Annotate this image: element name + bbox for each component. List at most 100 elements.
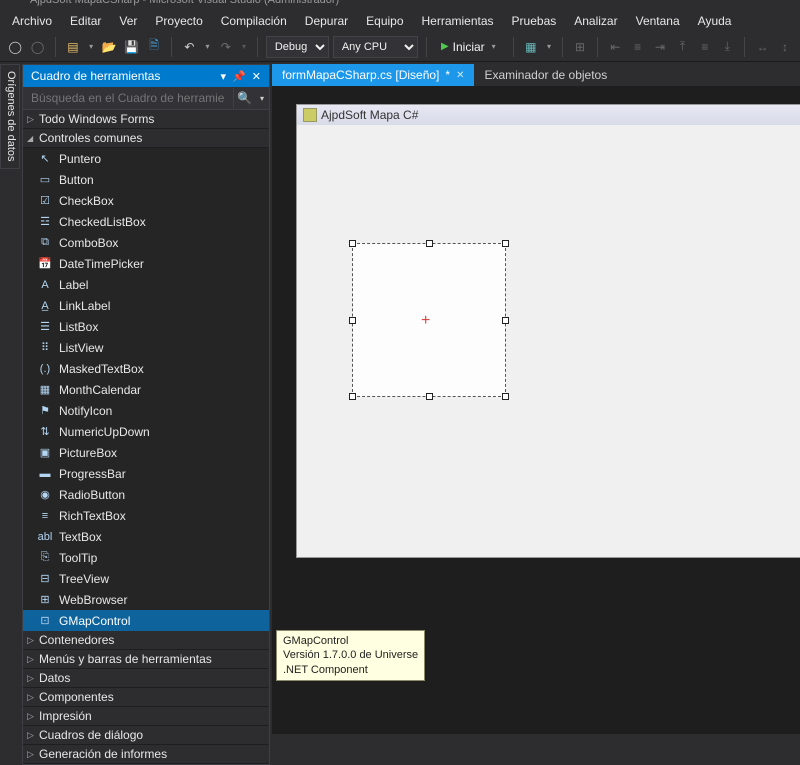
toolbox-item-textbox[interactable]: ablTextBox bbox=[23, 526, 269, 547]
toolbox-group-dialogos[interactable]: Cuadros de diálogo bbox=[23, 726, 269, 745]
pin-icon[interactable]: 📌 bbox=[232, 70, 246, 83]
close-icon[interactable]: ✕ bbox=[252, 70, 261, 83]
control-icon: ↖ bbox=[37, 151, 53, 167]
dropdown-icon[interactable]: ▾ bbox=[239, 42, 249, 51]
menu-analizar[interactable]: Analizar bbox=[566, 12, 625, 30]
toolbox-item-progressbar[interactable]: ▬ProgressBar bbox=[23, 463, 269, 484]
toolbox-item-label: ProgressBar bbox=[59, 467, 126, 481]
control-icon: ▦ bbox=[37, 382, 53, 398]
toolbox-item-label: ListBox bbox=[59, 320, 98, 334]
resize-handle[interactable] bbox=[502, 317, 509, 324]
open-icon[interactable]: 📂 bbox=[100, 36, 118, 58]
align-middle-icon[interactable]: ≡ bbox=[696, 36, 714, 58]
resize-handle[interactable] bbox=[502, 240, 509, 247]
toolbox-item-radiobutton[interactable]: ◉RadioButton bbox=[23, 484, 269, 505]
menu-proyecto[interactable]: Proyecto bbox=[147, 12, 210, 30]
toolbox-item-checkedlistbox[interactable]: ☲CheckedListBox bbox=[23, 211, 269, 232]
menu-compilacion[interactable]: Compilación bbox=[213, 12, 295, 30]
align-right-icon[interactable]: ⇥ bbox=[651, 36, 669, 58]
toolbox-item-treeview[interactable]: ⊟TreeView bbox=[23, 568, 269, 589]
save-icon[interactable]: 💾 bbox=[122, 36, 140, 58]
search-icon[interactable]: 🔍 bbox=[233, 88, 255, 108]
toolbox-item-tooltip[interactable]: ⎘ToolTip bbox=[23, 547, 269, 568]
menu-ver[interactable]: Ver bbox=[111, 12, 145, 30]
toolbox-item-monthcalendar[interactable]: ▦MonthCalendar bbox=[23, 379, 269, 400]
align-grid-icon[interactable]: ⊞ bbox=[571, 36, 589, 58]
toolbox-group-componentes[interactable]: Componentes bbox=[23, 688, 269, 707]
toolbox-item-numericupdown[interactable]: ⇅NumericUpDown bbox=[23, 421, 269, 442]
toolbox-group-all-forms[interactable]: Todo Windows Forms bbox=[23, 110, 269, 129]
nav-fwd-icon[interactable]: ◯ bbox=[28, 36, 46, 58]
toolbox-item-label[interactable]: ALabel bbox=[23, 274, 269, 295]
resize-handle[interactable] bbox=[349, 240, 356, 247]
tab-object-browser[interactable]: Examinador de objetos bbox=[474, 64, 617, 86]
toolbox-group-contenedores[interactable]: Contenedores bbox=[23, 631, 269, 650]
save-all-icon[interactable]: 🗎 bbox=[145, 36, 163, 58]
toolbox-item-label: ToolTip bbox=[59, 551, 97, 565]
toolbox-item-webbrowser[interactable]: ⊞WebBrowser bbox=[23, 589, 269, 610]
gmapcontrol-instance[interactable]: + bbox=[352, 243, 506, 397]
align-bottom-icon[interactable]: ⤓ bbox=[718, 36, 736, 58]
dropdown-icon[interactable]: ▾ bbox=[544, 42, 554, 51]
toolbox-group-informes[interactable]: Generación de informes bbox=[23, 745, 269, 764]
dropdown-icon[interactable]: ▾ bbox=[489, 42, 499, 51]
dropdown-icon[interactable]: ▾ bbox=[255, 94, 269, 103]
menu-pruebas[interactable]: Pruebas bbox=[504, 12, 565, 30]
toolbox-titlebar[interactable]: Cuadro de herramientas ▾ 📌 ✕ bbox=[23, 65, 269, 87]
resize-handle[interactable] bbox=[349, 317, 356, 324]
toolbox-item-puntero[interactable]: ↖Puntero bbox=[23, 148, 269, 169]
menu-ayuda[interactable]: Ayuda bbox=[690, 12, 740, 30]
form-client-area[interactable]: + bbox=[297, 125, 800, 557]
toolbox-search: 🔍 ▾ bbox=[23, 87, 269, 110]
toolbox-item-listview[interactable]: ⠿ListView bbox=[23, 337, 269, 358]
config-select[interactable]: Debug bbox=[266, 36, 329, 58]
toolbox-search-input[interactable] bbox=[23, 87, 233, 109]
menu-ventana[interactable]: Ventana bbox=[628, 12, 688, 30]
toolbox-item-gmapcontrol[interactable]: ⊡GMapControl bbox=[23, 610, 269, 631]
menu-editar[interactable]: Editar bbox=[62, 12, 109, 30]
toolbox-item-maskedtextbox[interactable]: (.)MaskedTextBox bbox=[23, 358, 269, 379]
toolbox-group-common-controls[interactable]: Controles comunes bbox=[23, 129, 269, 148]
resize-handle[interactable] bbox=[502, 393, 509, 400]
redo-icon[interactable]: ↷ bbox=[217, 36, 235, 58]
toolbox-group-menus[interactable]: Menús y barras de herramientas bbox=[23, 650, 269, 669]
dropdown-icon[interactable]: ▾ bbox=[203, 42, 213, 51]
toolbox-item-datetimepicker[interactable]: 📅DateTimePicker bbox=[23, 253, 269, 274]
close-icon[interactable]: ✕ bbox=[456, 70, 464, 81]
tab-form-designer[interactable]: formMapaCSharp.cs [Diseño]* ✕ bbox=[272, 64, 474, 86]
start-debug-button[interactable]: ▶ Iniciar ▾ bbox=[435, 36, 505, 58]
menu-equipo[interactable]: Equipo bbox=[358, 12, 411, 30]
new-project-icon[interactable]: ▤ bbox=[64, 36, 82, 58]
menu-herramientas[interactable]: Herramientas bbox=[414, 12, 502, 30]
toolbox-group-datos[interactable]: Datos bbox=[23, 669, 269, 688]
toolbox-item-notifyicon[interactable]: ⚑NotifyIcon bbox=[23, 400, 269, 421]
align-top-icon[interactable]: ⤒ bbox=[673, 36, 691, 58]
layout-icon[interactable]: ▦ bbox=[522, 36, 540, 58]
menu-archivo[interactable]: Archivo bbox=[4, 12, 60, 30]
menu-depurar[interactable]: Depurar bbox=[297, 12, 356, 30]
nav-back-icon[interactable]: ◯ bbox=[6, 36, 24, 58]
undo-icon[interactable]: ↶ bbox=[180, 36, 198, 58]
toolbox-item-listbox[interactable]: ☰ListBox bbox=[23, 316, 269, 337]
align-center-icon[interactable]: ≡ bbox=[628, 36, 646, 58]
toolbox-item-linklabel[interactable]: A̲LinkLabel bbox=[23, 295, 269, 316]
toolbox-item-button[interactable]: ▭Button bbox=[23, 169, 269, 190]
designed-form[interactable]: AjpdSoft Mapa C# + bbox=[296, 104, 800, 558]
toolbox-item-richtextbox[interactable]: ≡RichTextBox bbox=[23, 505, 269, 526]
resize-handle[interactable] bbox=[426, 393, 433, 400]
toolbox-item-combobox[interactable]: ⧉ComboBox bbox=[23, 232, 269, 253]
toolbox-item-checkbox[interactable]: ☑CheckBox bbox=[23, 190, 269, 211]
resize-handle[interactable] bbox=[426, 240, 433, 247]
same-height-icon[interactable]: ↕ bbox=[776, 36, 794, 58]
platform-select[interactable]: Any CPU bbox=[333, 36, 418, 58]
dropdown-icon[interactable]: ▾ bbox=[221, 70, 227, 83]
toolbox-group-impresion[interactable]: Impresión bbox=[23, 707, 269, 726]
data-sources-tab[interactable]: Orígenes de datos bbox=[0, 64, 20, 169]
dropdown-icon[interactable]: ▾ bbox=[86, 42, 96, 51]
control-icon: abl bbox=[37, 529, 53, 545]
same-width-icon[interactable]: ↔ bbox=[753, 36, 771, 58]
resize-handle[interactable] bbox=[349, 393, 356, 400]
toolbox-item-label: Label bbox=[59, 278, 88, 292]
toolbox-item-picturebox[interactable]: ▣PictureBox bbox=[23, 442, 269, 463]
align-left-icon[interactable]: ⇤ bbox=[606, 36, 624, 58]
